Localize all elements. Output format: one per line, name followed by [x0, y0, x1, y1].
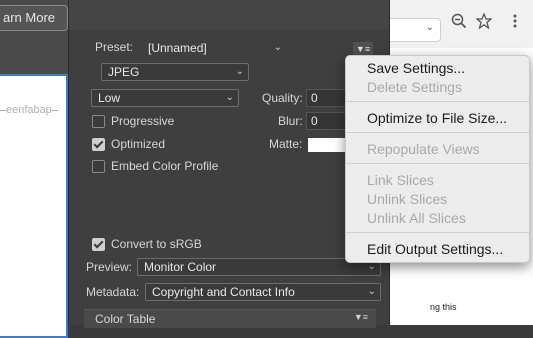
convert-to-srgb-checkbox[interactable] — [92, 238, 105, 251]
star-icon[interactable] — [475, 12, 493, 33]
preset-label: Preset: — [95, 40, 134, 54]
page-text-snippet: ng this — [430, 302, 457, 312]
metadata-value: Copyright and Contact Info — [152, 285, 295, 299]
color-table-header[interactable]: Color Table ▼≡ — [84, 309, 376, 328]
menu-separator — [346, 232, 529, 233]
flyout-menu-icon[interactable]: ▼≡ — [353, 42, 373, 56]
file-format-value: JPEG — [108, 65, 140, 79]
menu-separator — [346, 101, 529, 102]
chevron-down-icon: ⌄ — [225, 92, 234, 103]
save-for-web-dialog: Preset: [Unnamed] ⌄ ▼≡ JPEG ⌄ Low ⌄ Qual… — [68, 0, 390, 328]
quality-label: Quality: — [262, 91, 303, 105]
menu-item-edit-output-settings[interactable]: Edit Output Settings... — [367, 240, 503, 258]
preview-select[interactable]: Monitor Color ⌄ — [137, 258, 381, 276]
preview-caption: eenfabap — [0, 104, 64, 116]
metadata-select[interactable]: Copyright and Contact Info ⌄ — [145, 283, 381, 301]
chevron-down-icon: ⌄ — [425, 22, 434, 33]
quality-preset-value: Low — [98, 91, 121, 105]
menu-item-delete-settings: Delete Settings — [367, 79, 462, 95]
chevron-down-icon: ⌄ — [235, 66, 244, 77]
menu-item-unlink-all-slices: Unlink All Slices — [367, 210, 466, 226]
preset-value: [Unnamed] — [148, 41, 207, 55]
blur-label: Blur: — [278, 114, 303, 128]
vertical-dots-icon[interactable] — [512, 13, 518, 33]
learn-more-button[interactable]: arn More — [0, 5, 68, 31]
menu-item-save-settings[interactable]: Save Settings... — [367, 59, 465, 77]
progressive-checkbox[interactable] — [92, 115, 105, 128]
matte-label: Matte: — [269, 137, 303, 151]
preview-label: Preview: — [86, 260, 133, 274]
preview-value: Monitor Color — [144, 260, 217, 274]
preset-select[interactable]: [Unnamed] ⌄ — [141, 39, 287, 57]
dialog-header — [69, 0, 389, 30]
quality-preset-select[interactable]: Low ⌄ — [91, 89, 239, 107]
menu-item-unlink-slices: Unlink Slices — [367, 191, 448, 207]
file-format-select[interactable]: JPEG ⌄ — [101, 63, 249, 81]
menu-separator — [346, 163, 529, 164]
menu-separator — [346, 132, 529, 133]
zoom-out-icon[interactable] — [451, 13, 467, 33]
progressive-label: Progressive — [111, 114, 175, 128]
menu-item-link-slices: Link Slices — [367, 172, 434, 188]
optimized-checkbox[interactable] — [92, 138, 105, 151]
chevron-down-icon: ⌄ — [367, 286, 376, 297]
convert-to-srgb-label: Convert to sRGB — [111, 237, 202, 251]
embed-color-profile-checkbox[interactable] — [92, 160, 105, 173]
flyout-menu-icon[interactable]: ▼≡ — [354, 312, 368, 322]
chevron-down-icon: ⌄ — [273, 42, 282, 53]
optimized-label: Optimized — [111, 137, 166, 151]
color-table-label: Color Table — [95, 312, 156, 326]
address-bar[interactable]: ⌄ — [388, 18, 441, 42]
embed-color-profile-label: Embed Color Profile — [111, 159, 219, 173]
menu-item-repopulate-views: Repopulate Views — [367, 141, 480, 157]
menu-item-optimize-to-file-size[interactable]: Optimize to File Size... — [367, 109, 507, 127]
metadata-label: Metadata: — [86, 285, 140, 299]
dialog-options-menu: Save Settings... Delete Settings Optimiz… — [345, 55, 530, 263]
